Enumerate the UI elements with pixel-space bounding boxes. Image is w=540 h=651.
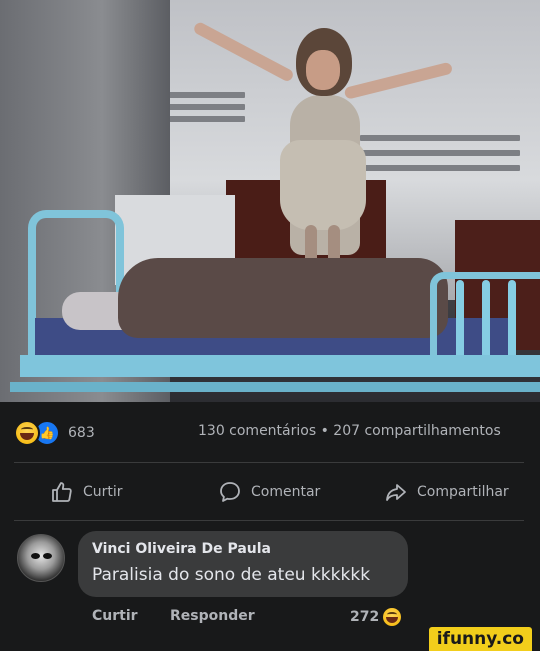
- comment-author[interactable]: Vinci Oliveira De Paula: [92, 541, 271, 557]
- figure-dress: [280, 140, 366, 230]
- photo-vent: [165, 116, 245, 122]
- haha-reaction-icon: [383, 608, 402, 626]
- divider: [14, 462, 524, 463]
- comment-icon: [220, 482, 240, 502]
- avatar-eye: [43, 553, 52, 559]
- photo-vent: [165, 92, 245, 98]
- post-photo[interactable]: [0, 0, 540, 402]
- comment-reaction-count: 272: [350, 609, 380, 625]
- reaction-count: 683: [68, 425, 95, 441]
- divider: [14, 520, 524, 521]
- like-label: Curtir: [83, 484, 123, 500]
- photo-vent: [360, 165, 520, 171]
- comment-text: Paralisia do sono de ateu kkkkkk: [92, 565, 371, 585]
- thumbs-up-icon: [52, 482, 72, 502]
- like-button[interactable]: Curtir: [50, 480, 123, 504]
- comment-like-button[interactable]: Curtir: [92, 608, 138, 624]
- comment: Vinci Oliveira De Paula Paralisia do son…: [0, 528, 540, 638]
- comment-reply-button[interactable]: Responder: [170, 608, 255, 624]
- comment-button[interactable]: Comentar: [218, 480, 320, 504]
- avatar-eye: [31, 553, 40, 559]
- bed-bar: [456, 280, 464, 360]
- bed-bar: [508, 280, 516, 360]
- sleeping-person: [118, 258, 448, 338]
- avatar[interactable]: [17, 534, 65, 582]
- comment-bubble: Vinci Oliveira De Paula Paralisia do son…: [78, 531, 408, 597]
- bed-frame: [10, 382, 540, 392]
- bed-frame: [20, 355, 540, 377]
- haha-reaction-icon: [14, 420, 40, 446]
- reactions-summary[interactable]: 👍 683: [14, 420, 95, 446]
- figure-face: [306, 50, 340, 90]
- ifunny-watermark: ifunny.co: [428, 627, 532, 651]
- post-actions: Curtir Comentar Compartilhar: [0, 466, 540, 518]
- share-label: Compartilhar: [417, 484, 509, 500]
- photo-vent: [360, 135, 520, 141]
- photo-vent: [360, 150, 520, 156]
- comments-shares-count[interactable]: 130 comentários • 207 compartilhamentos: [198, 423, 501, 439]
- share-button[interactable]: Compartilhar: [384, 480, 509, 504]
- comment-reaction-summary[interactable]: 272: [350, 608, 402, 626]
- photo-vent: [165, 104, 245, 110]
- share-arrow-icon: [386, 484, 406, 501]
- comment-label: Comentar: [251, 484, 321, 500]
- bed-bar: [482, 280, 490, 360]
- post-stats: 👍 683 130 comentários • 207 compartilham…: [0, 402, 540, 462]
